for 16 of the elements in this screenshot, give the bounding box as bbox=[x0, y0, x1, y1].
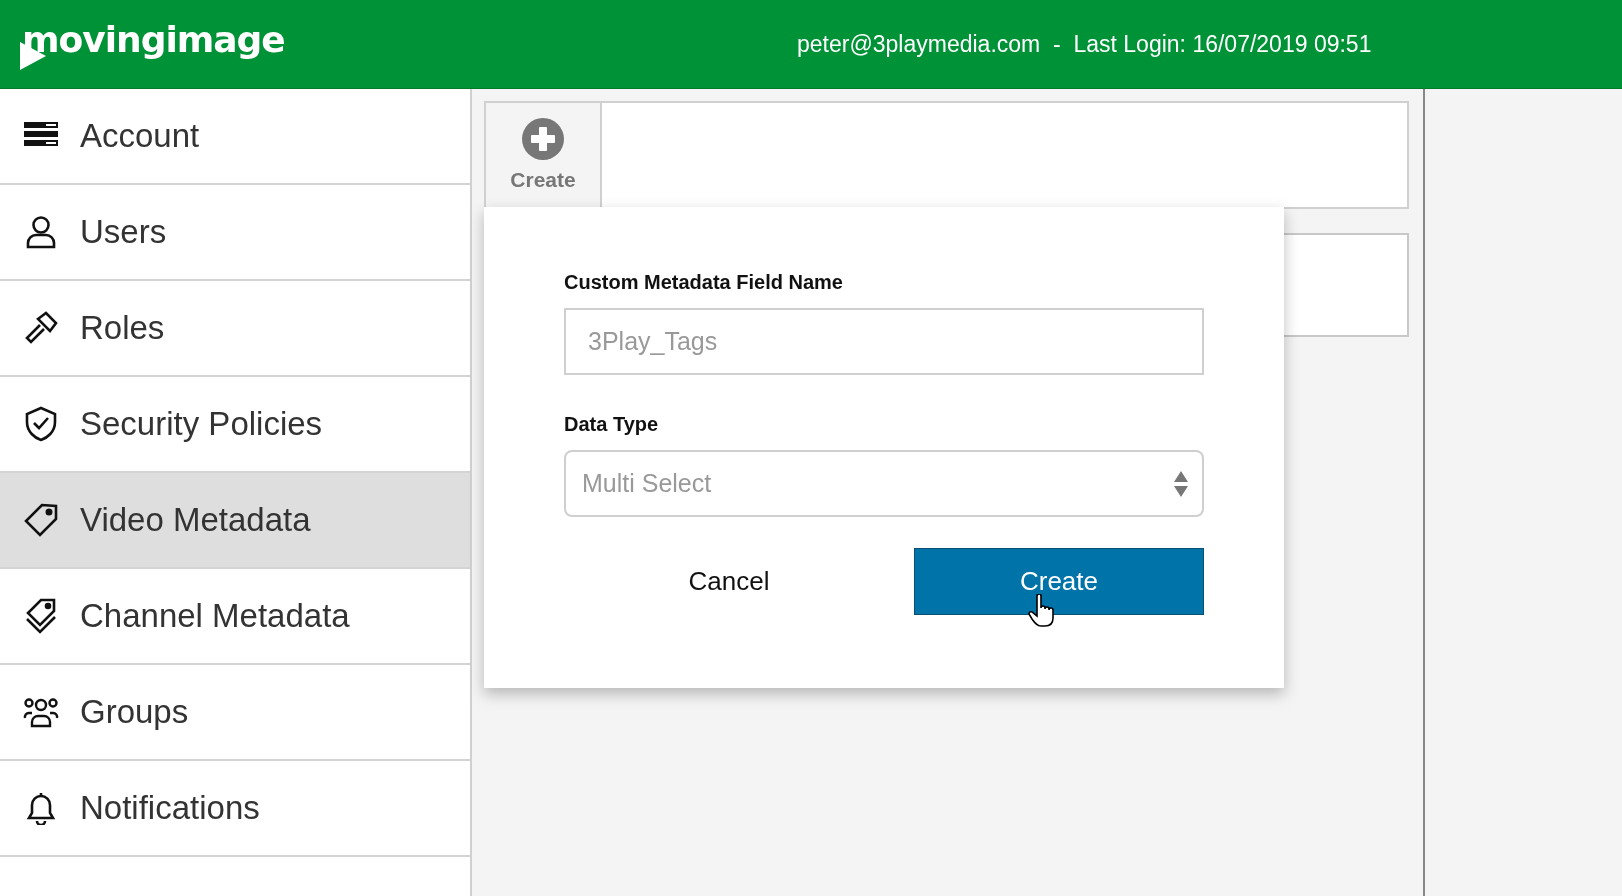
tags-icon bbox=[24, 598, 58, 634]
shield-check-icon bbox=[25, 406, 57, 442]
field-label: Data Type bbox=[564, 413, 660, 436]
plus-circle-icon bbox=[522, 118, 564, 160]
group-icon bbox=[23, 696, 59, 728]
user-icon bbox=[25, 215, 57, 249]
user-info: peter@3playmedia.com - Last Login: 16/07/2019 09:51 bbox=[797, 30, 1372, 58]
gavel-icon bbox=[24, 311, 58, 345]
sort-arrows-icon bbox=[1174, 470, 1188, 497]
cancel-button[interactable]: Cancel bbox=[564, 548, 894, 615]
field-label: Custom Metadata Field Name bbox=[564, 271, 844, 294]
tag-icon bbox=[24, 503, 58, 537]
create-button[interactable]: Create bbox=[486, 103, 602, 207]
create-button[interactable]: Create bbox=[914, 548, 1204, 615]
bell-icon bbox=[26, 791, 56, 825]
sidebar-item[interactable]: Video Metadata bbox=[0, 473, 470, 569]
